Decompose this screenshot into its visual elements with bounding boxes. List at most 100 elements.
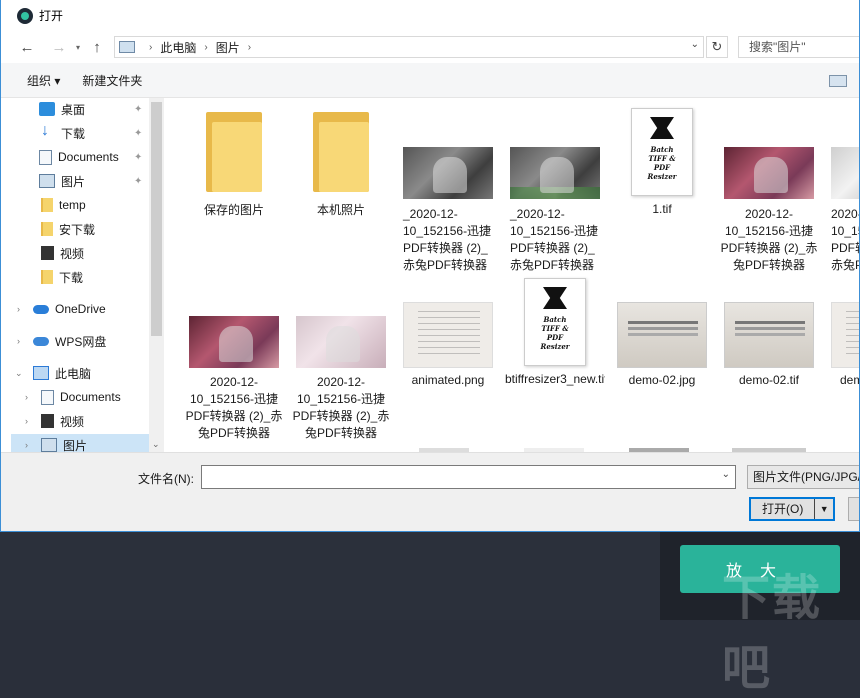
sidebar-item-xiazai[interactable]: 下载 (41, 266, 83, 288)
back-arrow-icon[interactable]: ← (15, 39, 39, 56)
file-item-image[interactable]: _2020-12-10_152156-迅捷PDF转换器 (2)_赤兔PDF转换器… (398, 98, 498, 274)
pin-icon[interactable]: ✦ (134, 128, 142, 139)
forward-arrow-icon[interactable]: → (47, 39, 71, 56)
sidebar-item-pictures[interactable]: 图片 (39, 170, 85, 192)
chevron-down-icon[interactable]: ⌄ (722, 469, 730, 480)
chevron-right-icon[interactable]: › (25, 416, 28, 426)
file-item-tif[interactable]: demo-02.tif (719, 268, 819, 389)
view-options-icon[interactable] (829, 75, 847, 87)
chevron-right-icon[interactable]: › (17, 336, 20, 346)
app-logo-icon (17, 7, 33, 24)
file-list: 保存的图片 本机照片 _2020-12-10_152156-迅捷PDF转换器 (… (164, 98, 859, 452)
chevron-right-icon[interactable]: › (25, 440, 28, 450)
file-name: 2020-12-10_152156-迅捷PDF转换器 (2)_赤兔PDF转换器_… (292, 375, 390, 440)
sidebar-item-anxiazai[interactable]: 安下载 (41, 218, 95, 240)
command-toolbar: 组织 ▾ 新建文件夹 (1, 63, 859, 98)
address-bar[interactable]: › 此电脑 › 图片 › ⌄ (114, 36, 704, 58)
organize-menu[interactable]: 组织 ▾ (27, 72, 60, 89)
breadcrumb-this-pc[interactable]: 此电脑 (160, 39, 196, 56)
chevron-down-icon[interactable]: ⌄ (691, 39, 699, 50)
sidebar-item-pc-documents[interactable]: Documents (41, 386, 121, 408)
file-name: animated.png (411, 373, 485, 387)
folder-icon (41, 198, 53, 212)
breadcrumb-separator-icon[interactable]: › (149, 42, 152, 53)
file-name: btiffresizer3_new.tif (505, 372, 605, 386)
pictures-location-icon (119, 41, 135, 53)
image-thumbnail (510, 147, 600, 199)
breadcrumb-separator-icon[interactable]: › (204, 42, 207, 53)
file-item-image[interactable]: 2020-12-10_152156-迅捷PDF转换器 (2)_赤兔PDF转换器_… (184, 268, 284, 444)
new-folder-button[interactable]: 新建文件夹 (82, 72, 142, 89)
file-item-jpg[interactable]: demo-02.jpg (612, 268, 712, 389)
file-name: demo-02.tif (738, 373, 800, 387)
breadcrumb-pictures[interactable]: 图片 (216, 39, 240, 56)
sidebar-scrollbar[interactable]: ⌄ (149, 98, 164, 452)
up-arrow-icon[interactable]: ↑ (85, 39, 109, 56)
breadcrumb-separator-icon[interactable]: › (248, 42, 251, 53)
sidebar-item-onedrive[interactable]: OneDrive (33, 298, 106, 320)
watermark: 下载吧 (722, 572, 823, 695)
file-item-png[interactable]: animated.png (398, 268, 498, 389)
sidebar-item-downloads[interactable]: 下载 (39, 122, 85, 144)
file-item-image[interactable]: _2020-12-10_152156-迅捷PDF转换器 (2)_赤兔PDF转换器… (505, 98, 605, 274)
filename-input[interactable]: ⌄ (201, 465, 736, 489)
folder-icon (41, 222, 53, 236)
file-item-folder[interactable]: 保存的图片 (184, 98, 284, 219)
chevron-down-icon[interactable]: ⌄ (15, 368, 23, 379)
file-name: 2020-12-10_152156-迅捷PDF转换器 (2)_赤兔PDF转换器_… (831, 207, 859, 272)
cancel-button[interactable] (848, 497, 859, 521)
sidebar-item-documents[interactable]: Documents (39, 146, 119, 168)
image-thumbnail (831, 302, 859, 368)
file-name: _2020-12-10_152156-迅捷PDF转换器 (2)_赤兔PDF转换器… (510, 207, 599, 272)
sidebar-item-this-pc[interactable]: 此电脑 (33, 362, 91, 384)
video-icon (41, 246, 54, 260)
open-options-arrow-icon[interactable]: ▼ (815, 499, 833, 519)
file-item-tif[interactable]: Batch TIFF & PDF Resizer btiffresizer3_n… (505, 268, 605, 388)
file-name: 1.tif (652, 202, 672, 216)
sidebar-item-temp[interactable]: temp (41, 194, 86, 216)
recent-locations-icon[interactable]: ▾ (71, 43, 85, 52)
pin-icon[interactable]: ✦ (134, 104, 142, 115)
sidebar-item-pc-videos[interactable]: 视频 (41, 410, 84, 432)
navigation-bar: ← → ▾ ↑ › 此电脑 › 图片 › ⌄ ↻ 搜索"图片" (1, 31, 859, 63)
file-name: 本机照片 (316, 203, 365, 217)
file-item-tif[interactable]: Batch TIFF & PDF Resizer 1.tif (612, 98, 712, 218)
tif-thumbnail: Batch TIFF & PDF Resizer (524, 278, 586, 366)
pictures-icon (39, 174, 55, 188)
documents-icon (39, 149, 52, 165)
sidebar-item-videos[interactable]: 视频 (41, 242, 84, 264)
open-button-label[interactable]: 打开(O) (751, 499, 816, 519)
image-thumbnail (403, 302, 493, 368)
sidebar-item-desktop[interactable]: 桌面 (39, 98, 85, 120)
chevron-right-icon[interactable]: › (17, 304, 20, 314)
image-thumbnail (724, 302, 814, 368)
folder-icon (41, 270, 53, 284)
file-item-folder[interactable]: 本机照片 (291, 98, 391, 219)
filename-label: 文件名(N): (138, 472, 194, 486)
window-title: 打开 (39, 9, 64, 23)
image-thumbnail (724, 147, 814, 199)
file-item-image[interactable]: 2020-12-10_152156-迅捷PDF转换器 (2)_赤兔PDF转换器_… (826, 98, 859, 274)
file-item-image[interactable]: dem (826, 268, 859, 389)
pin-icon[interactable]: ✦ (134, 152, 142, 163)
resizer-logo-icon (543, 287, 567, 309)
file-item-image[interactable]: 2020-12-10_152156-迅捷PDF转换器 (2)_赤兔PDF转换器_… (719, 98, 819, 274)
image-thumbnail (189, 316, 279, 368)
file-item-image[interactable]: 2020-12-10_152156-迅捷PDF转换器 (2)_赤兔PDF转换器_… (291, 268, 391, 444)
open-button[interactable]: 打开(O) ▼ (749, 497, 835, 521)
image-thumbnail (831, 147, 859, 199)
pin-icon[interactable]: ✦ (134, 176, 142, 187)
scrollbar-thumb[interactable] (151, 102, 162, 336)
image-thumbnail (617, 302, 707, 368)
refresh-icon[interactable]: ↻ (706, 36, 728, 58)
pictures-icon (41, 438, 57, 452)
image-thumbnail (403, 147, 493, 199)
open-file-dialog: 打开 ← → ▾ ↑ › 此电脑 › 图片 › ⌄ ↻ 搜索"图片" 组织 ▾ … (0, 0, 860, 532)
filetype-select[interactable]: 图片文件(PNG/JPG/ (747, 465, 859, 489)
scroll-down-arrow-icon[interactable]: ⌄ (152, 439, 160, 450)
chevron-right-icon[interactable]: › (25, 392, 28, 402)
file-name: 2020-12-10_152156-迅捷PDF转换器 (2)_赤兔PDF转换器_… (185, 375, 283, 440)
folder-icon (206, 112, 262, 192)
sidebar-item-wps-cloud[interactable]: WPS网盘 (33, 330, 106, 352)
search-input[interactable]: 搜索"图片" (738, 36, 859, 58)
